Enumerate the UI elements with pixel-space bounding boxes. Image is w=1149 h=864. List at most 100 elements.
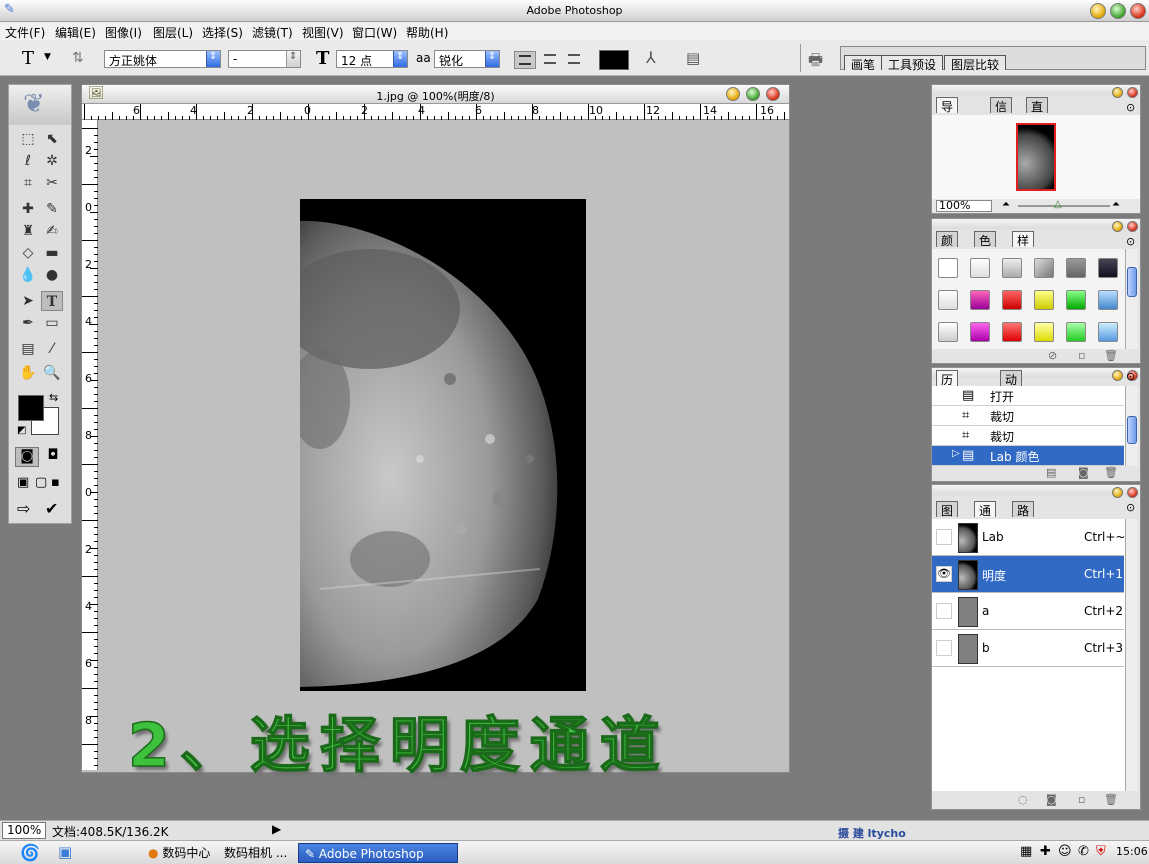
style-swatch[interactable] xyxy=(1034,322,1054,342)
new-style-icon[interactable]: ▫ xyxy=(1078,349,1085,362)
visibility-toggle[interactable] xyxy=(936,640,952,656)
new-document-from-state-icon[interactable]: ▤ xyxy=(1046,466,1056,479)
style-swatch[interactable] xyxy=(970,290,990,310)
tool-preset-dropdown-icon[interactable]: ▼ xyxy=(44,52,51,62)
eye-icon[interactable]: 👁 xyxy=(936,566,952,582)
status-zoom-field[interactable]: 100% xyxy=(2,822,46,839)
font-size-select[interactable]: 12 点 xyxy=(336,50,408,68)
styles-scrollbar[interactable] xyxy=(1125,249,1138,349)
tab-color[interactable]: 颜色 xyxy=(936,231,959,265)
gradient-tool-icon[interactable]: ▬ xyxy=(41,243,63,263)
style-swatch[interactable] xyxy=(1066,322,1086,342)
panel-minimize-button[interactable] xyxy=(1112,370,1123,381)
screen-mode-standard-icon[interactable]: ▣ xyxy=(17,475,29,490)
tool-preset-text-icon[interactable]: T xyxy=(22,48,34,69)
document-maximize-button[interactable] xyxy=(746,87,760,101)
panel-menu-icon[interactable]: ⊙ xyxy=(1126,501,1135,514)
panel-menu-icon[interactable]: ⊙ xyxy=(1126,101,1135,114)
palettes-icon[interactable]: ▤ xyxy=(686,49,700,67)
visibility-toggle[interactable] xyxy=(936,603,952,619)
style-swatch[interactable] xyxy=(970,322,990,342)
pen-tool-icon[interactable]: ✒ xyxy=(17,313,39,333)
styles-scrollbar-thumb[interactable] xyxy=(1127,267,1137,297)
menu-help[interactable]: 帮助(H) xyxy=(406,24,448,41)
style-swatch[interactable] xyxy=(1002,290,1022,310)
type-tool-icon[interactable]: T xyxy=(41,291,63,311)
tab-actions[interactable]: 动作 xyxy=(1000,370,1023,404)
delete-state-icon[interactable]: 🗑 xyxy=(1104,466,1118,479)
file-browser-icon[interactable]: 🖶 xyxy=(808,49,823,76)
zoom-slider-thumb[interactable]: △ xyxy=(1054,199,1062,210)
menu-window[interactable]: 窗口(W) xyxy=(352,24,397,41)
tab-channels[interactable]: 通道 xyxy=(974,501,997,535)
healing-brush-tool-icon[interactable]: ✚ xyxy=(17,199,39,219)
zoom-out-icon[interactable]: ⏶ xyxy=(1002,199,1010,210)
tab-navigator[interactable]: 导航器 xyxy=(936,97,959,148)
font-family-select[interactable]: 方正姚体 xyxy=(104,50,221,68)
clone-stamp-tool-icon[interactable]: ♜ xyxy=(17,221,39,241)
history-scrollbar-thumb[interactable] xyxy=(1127,416,1137,444)
well-tab-layer-comps[interactable]: 图层比较 xyxy=(944,55,1007,72)
panel-minimize-button[interactable] xyxy=(1112,487,1123,498)
align-right-button[interactable] xyxy=(564,51,584,69)
tab-history[interactable]: 历史记录 xyxy=(936,370,959,438)
font-style-select[interactable]: - xyxy=(228,50,301,68)
jump-to-imageready-icon[interactable]: ⇨ xyxy=(17,499,30,518)
channel-row[interactable]: a Ctrl+2 xyxy=(932,593,1124,630)
delete-channel-icon[interactable]: 🗑 xyxy=(1104,793,1118,806)
dodge-tool-icon[interactable]: ● xyxy=(41,265,63,285)
panel-menu-icon[interactable]: ⊙ xyxy=(1126,370,1135,383)
delete-style-icon[interactable]: 🗑 xyxy=(1104,349,1118,362)
blur-tool-icon[interactable]: 💧 xyxy=(17,265,39,285)
menu-file[interactable]: 文件(F) xyxy=(5,24,45,41)
notes-tool-icon[interactable]: ▤ xyxy=(17,339,39,359)
style-swatch[interactable] xyxy=(938,290,958,310)
maximize-button[interactable] xyxy=(1110,3,1126,19)
path-selection-tool-icon[interactable]: ➤ xyxy=(17,291,39,311)
magic-wand-tool-icon[interactable]: ✲ xyxy=(41,151,63,171)
tab-swatches[interactable]: 色板 xyxy=(974,231,997,265)
qq-tray-icon[interactable]: ☺ xyxy=(1058,844,1072,859)
tab-styles[interactable]: 样式 xyxy=(1012,231,1035,265)
foreground-color-swatch[interactable] xyxy=(18,395,44,421)
navigator-zoom-field[interactable]: 100% xyxy=(936,200,992,212)
menu-view[interactable]: 视图(V) xyxy=(302,24,344,41)
close-button[interactable] xyxy=(1130,3,1146,19)
move-tool-icon[interactable]: ⬉ xyxy=(41,129,63,149)
style-swatch[interactable] xyxy=(1002,322,1022,342)
style-swatch[interactable] xyxy=(1034,258,1054,278)
style-swatch[interactable] xyxy=(1098,258,1118,278)
clear-style-icon[interactable]: ⊘ xyxy=(1048,349,1057,362)
panel-minimize-button[interactable] xyxy=(1112,221,1123,232)
document-close-button[interactable] xyxy=(766,87,780,101)
phone-tray-icon[interactable]: ✆ xyxy=(1078,844,1089,859)
start-icon[interactable]: 🌀 xyxy=(20,843,40,862)
tray-icon[interactable]: ✚ xyxy=(1040,844,1051,859)
tab-histogram[interactable]: 直方图 xyxy=(1026,97,1049,148)
panel-menu-icon[interactable]: ⊙ xyxy=(1126,235,1135,248)
text-orientation-icon[interactable]: ⇅ xyxy=(72,50,84,66)
crop-tool-icon[interactable]: ⌗ xyxy=(17,173,39,193)
panel-close-button[interactable] xyxy=(1127,487,1138,498)
load-selection-icon[interactable]: ◌ xyxy=(1018,793,1028,806)
channels-scrollbar[interactable] xyxy=(1125,519,1138,791)
warp-text-icon[interactable]: ⅄ xyxy=(646,48,656,67)
antialias-select[interactable]: 锐化 xyxy=(434,50,500,68)
history-item[interactable]: ⌗ 裁切 xyxy=(932,406,1124,426)
minimize-button[interactable] xyxy=(1090,3,1106,19)
menu-select[interactable]: 选择(S) xyxy=(202,24,243,41)
snapshot-icon[interactable]: ◙ xyxy=(1078,466,1089,479)
taskbar-item-active[interactable]: ✎ Adobe Photoshop xyxy=(298,843,458,863)
history-item[interactable]: ⌗ 裁切 xyxy=(932,426,1124,446)
hand-tool-icon[interactable]: ✋ xyxy=(17,363,39,383)
channel-row[interactable]: b Ctrl+3 xyxy=(932,630,1124,667)
menu-filter[interactable]: 滤镜(T) xyxy=(252,24,293,41)
style-swatch[interactable] xyxy=(1098,322,1118,342)
save-selection-icon[interactable]: ◙ xyxy=(1046,793,1057,806)
style-swatch[interactable] xyxy=(938,258,958,278)
style-swatch[interactable] xyxy=(938,322,958,342)
align-center-button[interactable] xyxy=(540,51,560,69)
tab-paths[interactable]: 路径 xyxy=(1012,501,1035,535)
history-item[interactable]: ▤ 打开 xyxy=(932,386,1124,406)
document-minimize-button[interactable] xyxy=(726,87,740,101)
